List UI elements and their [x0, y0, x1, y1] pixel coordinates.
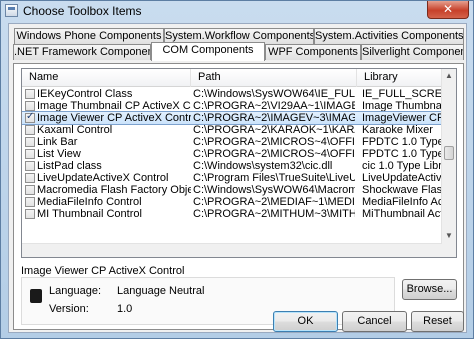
scroll-down-arrow-icon[interactable]: ▼	[442, 229, 456, 243]
tab-silverlight-components[interactable]: Silverlight Components	[361, 44, 464, 60]
list-item[interactable]: Macromedia Flash Factory Object C:\Window…	[22, 184, 442, 196]
horizontal-scrollbar[interactable]	[22, 243, 442, 257]
item-path: C:\PROGRA~2\MICROS~4\OFFICE11\FP...	[193, 136, 355, 148]
ok-button[interactable]: OK	[273, 311, 338, 332]
list-item[interactable]: IEKeyControl Class C:\Windows\SysWOW64\IE…	[22, 88, 442, 100]
list-header: Name Path Library	[22, 69, 442, 87]
item-library: FPDTC 1.0 Type Li	[362, 148, 442, 160]
dialog-client-area: Windows Phone Components System.Workflow…	[8, 23, 467, 333]
item-checkbox[interactable]	[25, 125, 35, 135]
close-button[interactable]: ✕	[427, 1, 469, 19]
choose-toolbox-items-dialog: Choose Toolbox Items ✕ Windows Phone Com…	[0, 0, 474, 339]
details-box: Language: Language Neutral Version: 1.0	[21, 277, 395, 325]
language-label: Language:	[49, 285, 101, 297]
item-checkbox[interactable]	[25, 101, 35, 111]
item-checkbox[interactable]	[25, 173, 35, 183]
item-name: Link Bar	[37, 136, 78, 148]
item-name: MediaFileInfo Control	[37, 196, 142, 208]
item-checkbox[interactable]	[25, 197, 35, 207]
reset-button[interactable]: Reset	[411, 311, 464, 332]
version-value: 1.0	[117, 303, 133, 315]
item-checkbox[interactable]	[25, 161, 35, 171]
version-label: Version:	[49, 303, 89, 315]
tab-system-activities-components[interactable]: System.Activities Components	[314, 28, 464, 44]
components-list[interactable]: Name Path Library IEKeyControl Class C:\W…	[21, 68, 457, 258]
tab-com-components[interactable]: COM Components	[151, 42, 265, 61]
list-item[interactable]: MediaFileInfo Control C:\PROGRA~2\MEDIAF~…	[22, 196, 442, 208]
item-path: C:\PROGRA~2\MEDIAF~1\MEDIAF~1.OCX	[193, 196, 355, 208]
list-item[interactable]: Link Bar C:\PROGRA~2\MICROS~4\OFFICE11\FP…	[22, 136, 442, 148]
vertical-scrollbar[interactable]: ▲ ▼	[441, 69, 456, 257]
item-checkbox[interactable]	[25, 209, 35, 219]
tab-windows-phone-components[interactable]: Windows Phone Components	[14, 28, 164, 44]
item-library: cic 1.0 Type Libra	[362, 160, 442, 172]
column-header-name[interactable]: Name	[22, 69, 191, 87]
list-item[interactable]: List View C:\PROGRA~2\MICROS~4\OFFICE11\F…	[22, 148, 442, 160]
item-name: IEKeyControl Class	[37, 88, 133, 100]
scroll-up-arrow-icon[interactable]: ▲	[442, 69, 456, 83]
column-header-library[interactable]: Library	[357, 69, 442, 87]
item-name: Kaxaml Control	[37, 124, 113, 136]
item-library: FPDTC 1.0 Type Li	[362, 136, 442, 148]
column-header-path[interactable]: Path	[191, 69, 357, 87]
component-icon	[30, 289, 42, 303]
list-item[interactable]: Kaxaml Control C:\PROGRA~2\KARAOK~1\KARAO…	[22, 124, 442, 136]
language-value: Language Neutral	[117, 285, 205, 297]
cancel-button[interactable]: Cancel	[342, 311, 407, 332]
item-name: ListPad class	[37, 160, 102, 172]
tab-net-framework-components[interactable]: .NET Framework Components	[13, 44, 151, 60]
item-library: LiveUpdateActive	[362, 172, 442, 184]
item-path: C:\Windows\SysWOW64\IE_FULL_SCREE...	[193, 88, 355, 100]
item-checkbox[interactable]	[25, 185, 35, 195]
list-item[interactable]: MI Thumbnail Control C:\PROGRA~2\MITHUM~3…	[22, 208, 442, 220]
item-checkbox[interactable]	[25, 89, 35, 99]
window-icon	[5, 4, 18, 17]
item-path: C:\Program Files\TrueSuite\LiveUpda...	[193, 172, 355, 184]
item-library: MediaFileInfo Ac	[362, 196, 442, 208]
tab-wpf-components[interactable]: WPF Components	[265, 44, 361, 60]
item-name: LiveUpdateActiveX Control	[37, 172, 169, 184]
details-group-title: Image Viewer CP ActiveX Control	[21, 265, 185, 277]
item-library: ImageViewer CP	[362, 112, 442, 124]
item-path: C:\Windows\SysWOW64\Macromed\Fla...	[193, 184, 355, 196]
title-bar[interactable]: Choose Toolbox Items ✕	[1, 1, 473, 21]
item-name: Macromedia Flash Factory Object	[37, 184, 191, 196]
item-checkbox[interactable]	[25, 137, 35, 147]
list-item[interactable]: ListPad class C:\Windows\system32\cic.dll…	[22, 160, 442, 172]
item-path: C:\PROGRA~2\IMAGEV~3\IMAGEV~1.0...	[193, 112, 355, 124]
scroll-thumb[interactable]	[444, 146, 454, 160]
list-item[interactable]: LiveUpdateActiveX Control C:\Program File…	[22, 172, 442, 184]
list-item[interactable]: Image Viewer CP ActiveX ControlC:\PROGRA…	[22, 111, 443, 125]
item-checkbox[interactable]	[25, 111, 35, 123]
list-item[interactable]: Image Thumbnail CP ActiveX ControlC:\PRO…	[22, 100, 442, 112]
item-path: C:\PROGRA~2\MITHUM~3\MITHUM~1.OCX	[193, 208, 355, 220]
item-path: C:\PROGRA~2\MICROS~4\OFFICE11\FP...	[193, 148, 355, 160]
item-checkbox[interactable]	[25, 149, 35, 159]
item-path: C:\Windows\system32\cic.dll	[193, 160, 333, 172]
item-name: Image Thumbnail CP ActiveX Control	[37, 100, 191, 112]
item-library: Karaoke Mixer	[362, 124, 433, 136]
item-library: Shockwave Flash	[362, 184, 442, 196]
item-name: List View	[37, 148, 81, 160]
item-name: Image Viewer CP ActiveX Control	[37, 112, 191, 124]
item-path: C:\PROGRA~2\VI29AA~1\IMAGET~1.OCX	[193, 100, 355, 112]
item-path: C:\PROGRA~2\KARAOK~1\KARAOK~1.OCX	[193, 124, 355, 136]
item-library: IE_FULL_SCREEN 1	[362, 88, 442, 100]
window-title: Choose Toolbox Items	[23, 4, 142, 18]
tab-row-front: .NET Framework Components COM Components…	[9, 42, 468, 61]
com-components-panel: Name Path Library IEKeyControl Class C:\W…	[13, 63, 464, 330]
item-library: MiThumbnail Acti	[362, 208, 442, 220]
item-library: Image Thumbnail	[362, 100, 442, 112]
item-name: MI Thumbnail Control	[37, 208, 142, 220]
list-rows: IEKeyControl Class C:\Windows\SysWOW64\IE…	[22, 88, 443, 220]
browse-button[interactable]: Browse...	[402, 279, 457, 300]
